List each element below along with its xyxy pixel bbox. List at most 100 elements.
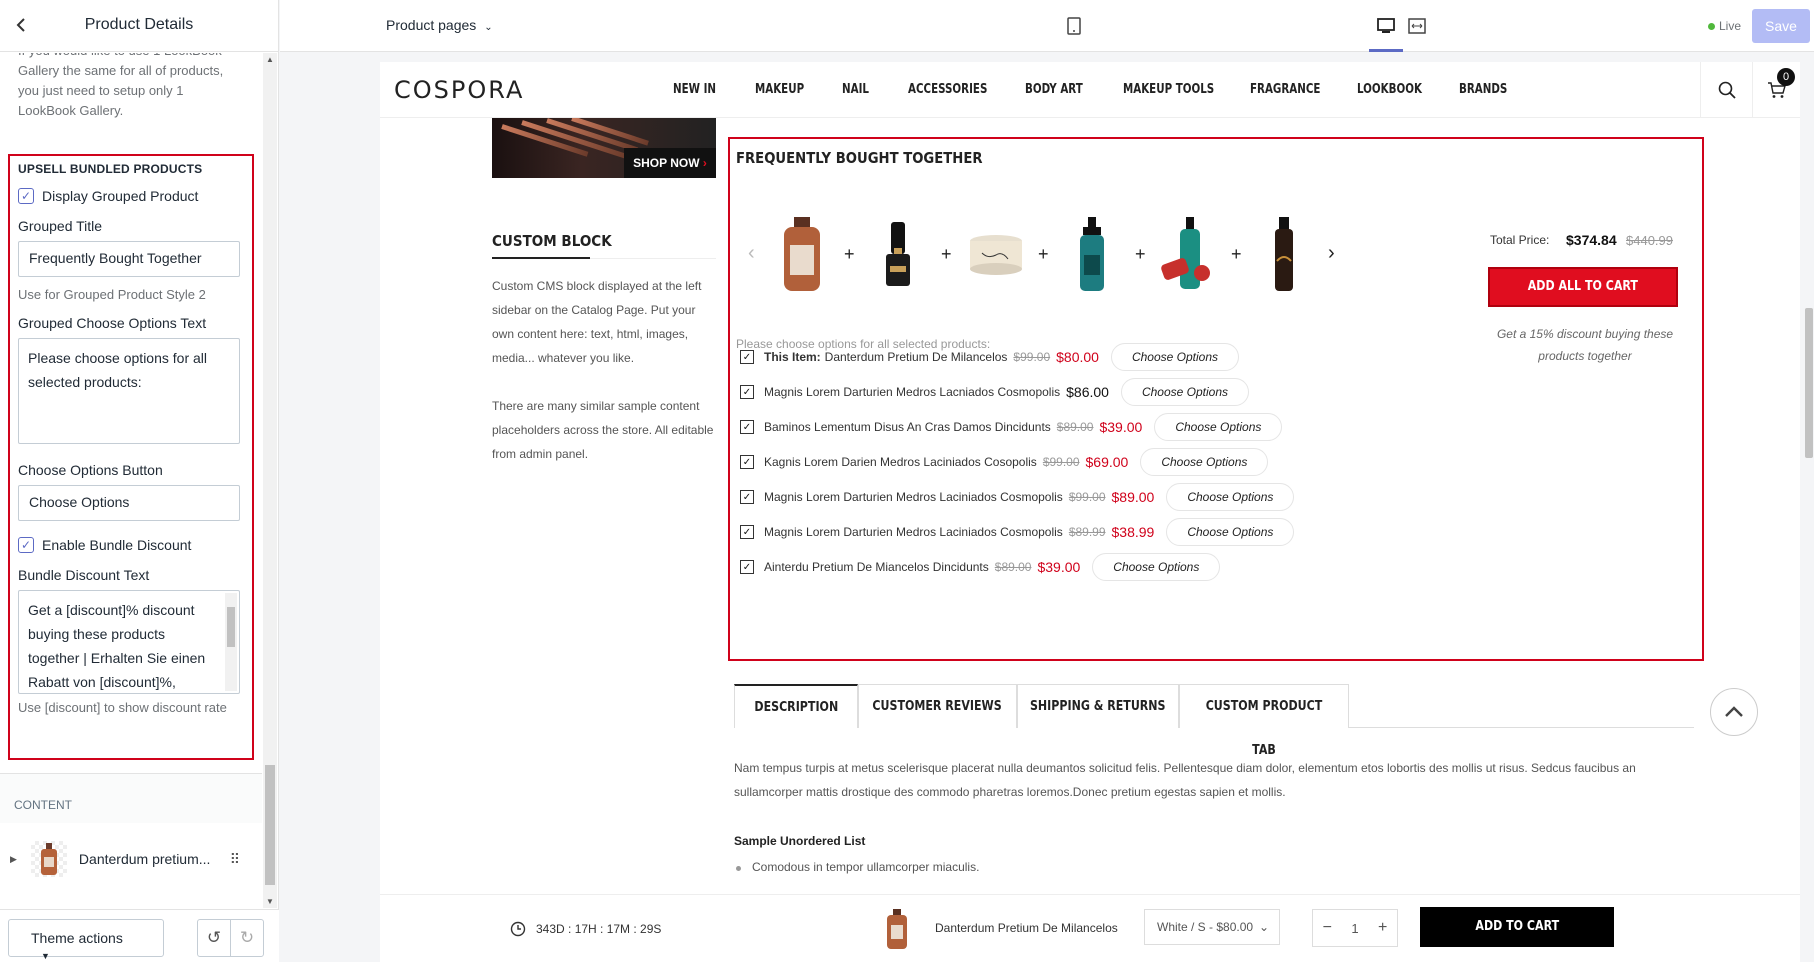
choose-options-button[interactable]: Choose Options xyxy=(1166,518,1295,546)
expand-caret-icon[interactable]: ▶ xyxy=(10,854,17,865)
fbt-product-image-4[interactable] xyxy=(1056,215,1128,295)
fbt-item-name[interactable]: Kagnis Lorem Darien Medros Laciniados Co… xyxy=(764,455,1037,469)
choose-options-button[interactable]: Choose Options xyxy=(1110,343,1240,371)
fbt-item-old-price: $89.00 xyxy=(994,560,1032,574)
nav-makeup-tools[interactable]: MAKEUP TOOLS xyxy=(1123,82,1214,97)
nav-new-in[interactable]: NEW IN xyxy=(673,82,716,97)
fbt-item-name[interactable]: Magnis Lorem Darturien Medros Laciniados… xyxy=(764,490,1063,504)
fbt-item-price: $38.99 xyxy=(1111,524,1155,540)
nav-accessories[interactable]: ACCESSORIES xyxy=(908,82,987,97)
fbt-item-row: ✓ Baminos Lementum Disus An Cras Damos Di… xyxy=(740,413,1283,441)
product-description: Nam tempus turpis at metus scelerisque p… xyxy=(734,761,1636,799)
preview-scrollbar[interactable] xyxy=(1804,62,1814,962)
fbt-product-image-2[interactable] xyxy=(862,215,934,295)
sticky-add-to-cart-bar: 343D : 17H : 17M : 29S Danterdum Pretium… xyxy=(380,894,1800,962)
choose-options-button-input[interactable]: Choose Options xyxy=(18,485,240,521)
store-logo[interactable]: COSPORA xyxy=(394,76,524,104)
fbt-item-name[interactable]: Magnis Lorem Darturien Medros Laciniados… xyxy=(764,525,1063,539)
nav-body-art[interactable]: BODY ART xyxy=(1025,82,1083,97)
save-button[interactable]: Save xyxy=(1752,9,1810,43)
tab-customer-reviews[interactable]: CUSTOMER REVIEWS xyxy=(858,684,1017,728)
bundle-text-textarea[interactable]: Get a [discount]% discount buying these … xyxy=(18,590,240,694)
fbt-item-checkbox[interactable]: ✓ xyxy=(740,385,754,399)
sticky-add-to-cart-button[interactable]: ADD TO CART xyxy=(1420,907,1614,947)
mobile-view-icon[interactable] xyxy=(1063,15,1085,37)
choose-options-button[interactable]: Choose Options xyxy=(1166,483,1295,511)
grouped-title-input[interactable]: Frequently Bought Together xyxy=(18,241,240,277)
nav-fragrance[interactable]: FRAGRANCE xyxy=(1250,82,1320,97)
page-selector[interactable]: Product pages ⌄ xyxy=(386,17,493,33)
live-label: Live xyxy=(1719,19,1742,33)
sidebar-scrollbar[interactable]: ▲ ▼ xyxy=(263,53,277,908)
fbt-item-name[interactable]: Danterdum Pretium De Milancelos xyxy=(825,350,1008,364)
fbt-item-checkbox[interactable]: ✓ xyxy=(740,455,754,469)
custom-block-para-1: Custom CMS block displayed at the left s… xyxy=(492,279,702,365)
variant-select-value: White / S - $80.00 xyxy=(1157,920,1254,934)
choose-options-button[interactable]: Choose Options xyxy=(1140,448,1269,476)
search-icon[interactable] xyxy=(1700,62,1752,118)
scroll-to-top-button[interactable] xyxy=(1710,688,1758,736)
content-item-label: Danterdum pretium... xyxy=(78,851,211,867)
tab-custom-product-tab[interactable]: CUSTOM PRODUCT TAB xyxy=(1179,684,1349,758)
brushes-banner[interactable]: SHOP NOW › xyxy=(492,118,716,178)
nav-brands[interactable]: BRANDS xyxy=(1459,82,1507,97)
display-grouped-checkbox[interactable]: ✓ xyxy=(18,188,34,204)
display-grouped-checkbox-row[interactable]: ✓ Display Grouped Product xyxy=(18,188,244,204)
product-tabs: DESCRIPTION CUSTOMER REVIEWS SHIPPING & … xyxy=(734,684,1694,758)
sticky-product-thumbnail xyxy=(885,909,909,954)
fbt-item-checkbox[interactable]: ✓ xyxy=(740,350,754,364)
textarea-scrollbar[interactable] xyxy=(225,593,237,691)
choose-options-textarea[interactable]: Please choose options for all selected p… xyxy=(18,338,240,444)
list-item: Comodous in tempor ullamcorper miaculis. xyxy=(735,860,980,874)
qty-increase-button[interactable]: + xyxy=(1378,919,1387,937)
choose-options-button[interactable]: Choose Options xyxy=(1120,378,1250,406)
fbt-item-checkbox[interactable]: ✓ xyxy=(740,560,754,574)
fbt-item-name[interactable]: Baminos Lementum Disus An Cras Damos Din… xyxy=(764,420,1051,434)
undo-button[interactable]: ↺ xyxy=(197,919,231,957)
drag-handle-icon[interactable]: ⠿ xyxy=(230,851,240,868)
fbt-item-name[interactable]: Ainterdu Pretium De Miancelos Dincidunts xyxy=(764,560,989,574)
carousel-next-arrow-icon[interactable]: › xyxy=(1328,242,1335,265)
sidebar-scroll-area: If you would like to use 1 LookBook Gall… xyxy=(0,53,262,908)
quantity-stepper[interactable]: − 1 + xyxy=(1312,909,1398,947)
carousel-prev-arrow-icon[interactable]: ‹ xyxy=(748,242,755,265)
qty-decrease-button[interactable]: − xyxy=(1323,919,1332,937)
fbt-item-name[interactable]: Magnis Lorem Darturien Medros Lacniados … xyxy=(764,385,1060,399)
nav-makeup[interactable]: MAKEUP xyxy=(755,82,804,97)
desktop-view-icon[interactable] xyxy=(1375,15,1397,37)
page-selector-label: Product pages xyxy=(386,17,477,33)
enable-bundle-checkbox[interactable]: ✓ xyxy=(18,537,34,553)
cart-count-badge: 0 xyxy=(1777,68,1795,86)
cart-button[interactable]: 0 xyxy=(1752,62,1800,118)
fbt-product-image-6[interactable] xyxy=(1248,215,1320,295)
content-item-product[interactable]: ▶ Danterdum pretium... ⠿ xyxy=(0,835,262,883)
fullscreen-view-icon[interactable] xyxy=(1406,15,1428,37)
fbt-product-image-3[interactable] xyxy=(960,215,1032,295)
nav-lookbook[interactable]: LOOKBOOK xyxy=(1357,82,1422,97)
fbt-product-image-5[interactable] xyxy=(1152,215,1224,295)
nav-nail[interactable]: NAIL xyxy=(842,82,869,97)
sidebar-title: Product Details xyxy=(84,16,194,33)
theme-actions-label: Theme actions xyxy=(31,930,123,946)
tab-description[interactable]: DESCRIPTION xyxy=(734,684,858,728)
fbt-product-image-1[interactable] xyxy=(766,215,838,295)
redo-button[interactable]: ↻ xyxy=(230,919,264,957)
choose-options-button[interactable]: Choose Options xyxy=(1154,413,1283,441)
active-view-indicator xyxy=(1369,49,1403,52)
fbt-item-checkbox[interactable]: ✓ xyxy=(740,525,754,539)
fbt-item-checkbox[interactable]: ✓ xyxy=(740,490,754,504)
enable-bundle-checkbox-row[interactable]: ✓ Enable Bundle Discount xyxy=(18,537,244,553)
fbt-item-price: $39.00 xyxy=(1099,419,1143,435)
tab-shipping-returns[interactable]: SHIPPING & RETURNS xyxy=(1017,684,1179,728)
fbt-item-price: $86.00 xyxy=(1066,384,1109,400)
theme-actions-button[interactable]: Theme actions ▼ xyxy=(8,919,164,961)
fbt-item-price: $89.00 xyxy=(1111,489,1155,505)
fbt-item-row: ✓ This Item: Danterdum Pretium De Milancel… xyxy=(740,343,1240,371)
fbt-item-checkbox[interactable]: ✓ xyxy=(740,420,754,434)
variant-select[interactable]: White / S - $80.00 ⌄ xyxy=(1144,909,1280,945)
add-all-to-cart-button[interactable]: ADD ALL TO CART xyxy=(1488,267,1678,307)
choose-options-button[interactable]: Choose Options xyxy=(1092,553,1221,581)
shop-now-button[interactable]: SHOP NOW › xyxy=(624,148,716,178)
upsell-bundled-products-section: UPSELL BUNDLED PRODUCTS ✓ Display Groupe… xyxy=(8,154,254,760)
qty-value[interactable]: 1 xyxy=(1351,921,1358,936)
